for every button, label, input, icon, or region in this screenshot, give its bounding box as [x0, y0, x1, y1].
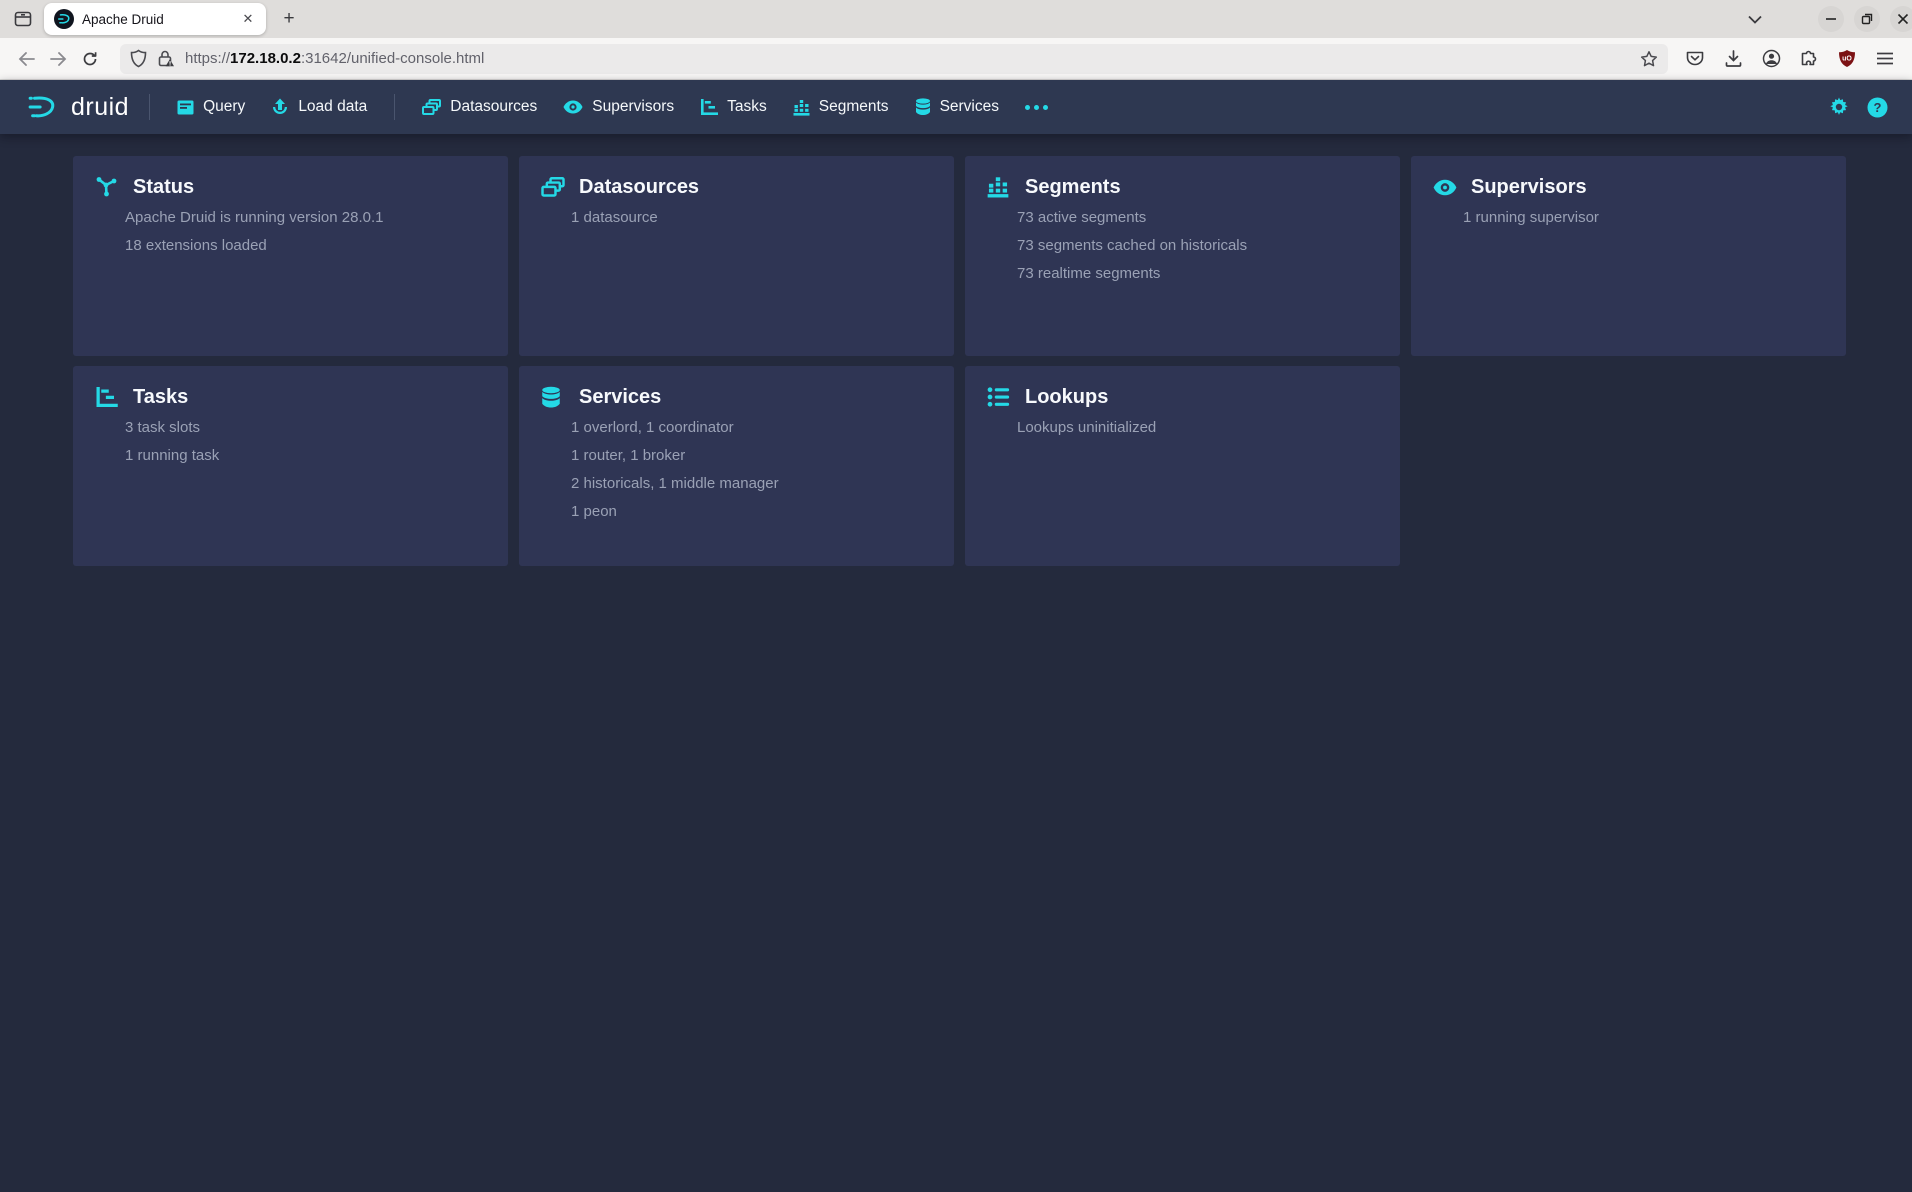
- gantt-chart-icon: [95, 387, 125, 407]
- druid-navbar: druid Query Load data Datasources Superv…: [0, 80, 1912, 134]
- services-card[interactable]: Services 1 overlord, 1 coordinator 1 rou…: [519, 366, 954, 566]
- eye-icon: [1433, 179, 1463, 196]
- nav-item-label: Tasks: [727, 98, 767, 116]
- card-line: 1 running task: [125, 446, 486, 466]
- firefox-view-icon[interactable]: [8, 5, 38, 33]
- nav-item-label: Load data: [298, 98, 367, 116]
- card-line: 2 historicals, 1 middle manager: [571, 474, 932, 494]
- ublock-icon[interactable]: uO: [1832, 44, 1862, 74]
- upload-icon: [271, 98, 289, 116]
- help-icon[interactable]: ?: [1858, 80, 1896, 134]
- url-host: 172.18.0.2: [230, 50, 301, 67]
- card-title: Lookups: [1025, 386, 1108, 409]
- back-icon[interactable]: [10, 44, 42, 74]
- forward-icon[interactable]: [42, 44, 74, 74]
- svg-text:?: ?: [1873, 100, 1881, 115]
- nav-item-tasks[interactable]: Tasks: [687, 80, 780, 134]
- eye-icon: [563, 100, 583, 114]
- url-protocol: https://: [185, 50, 230, 67]
- menu-icon[interactable]: [1870, 44, 1900, 74]
- nav-divider: [149, 94, 150, 120]
- card-line: 73 realtime segments: [1017, 264, 1378, 284]
- card-line: Lookups uninitialized: [1017, 418, 1378, 438]
- card-line: 1 running supervisor: [1463, 208, 1824, 228]
- card-title: Services: [579, 386, 661, 409]
- nav-item-label: Datasources: [450, 98, 537, 116]
- status-card[interactable]: Status Apache Druid is running version 2…: [73, 156, 508, 356]
- properties-icon: [987, 387, 1017, 407]
- extensions-icon[interactable]: [1794, 44, 1824, 74]
- card-title: Tasks: [133, 386, 188, 409]
- database-icon: [915, 98, 931, 116]
- card-line: 73 segments cached on historicals: [1017, 236, 1378, 256]
- nav-item-datasources[interactable]: Datasources: [409, 80, 550, 134]
- nav-item-label: Services: [940, 98, 999, 116]
- card-line: 18 extensions loaded: [125, 236, 486, 256]
- minimize-button[interactable]: [1818, 6, 1844, 32]
- card-line: 73 active segments: [1017, 208, 1378, 228]
- card-line: 1 router, 1 broker: [571, 446, 932, 466]
- nav-item-load-data[interactable]: Load data: [258, 80, 380, 134]
- browser-toolbar: https://172.18.0.2:31642/unified-console…: [0, 38, 1912, 80]
- url-text[interactable]: https://172.18.0.2:31642/unified-console…: [185, 50, 1640, 67]
- reload-icon[interactable]: [74, 44, 106, 74]
- more-dots-icon[interactable]: [1012, 80, 1061, 134]
- card-title: Segments: [1025, 176, 1121, 199]
- database-icon: [541, 386, 571, 409]
- browser-titlebar: Apache Druid ✕ +: [0, 0, 1912, 38]
- card-line: 1 overlord, 1 coordinator: [571, 418, 932, 438]
- card-line: Apache Druid is running version 28.0.1: [125, 208, 486, 228]
- gantt-chart-icon: [700, 99, 718, 115]
- nav-item-label: Supervisors: [592, 98, 674, 116]
- datasources-card[interactable]: Datasources 1 datasource: [519, 156, 954, 356]
- card-line: 1 datasource: [571, 208, 932, 228]
- card-title: Datasources: [579, 176, 699, 199]
- nav-item-query[interactable]: Query: [164, 80, 258, 134]
- download-icon[interactable]: [1718, 44, 1748, 74]
- nav-divider: [394, 94, 395, 120]
- url-bar[interactable]: https://172.18.0.2:31642/unified-console…: [120, 44, 1668, 74]
- lock-warning-icon[interactable]: [157, 49, 175, 68]
- new-tab-button[interactable]: +: [274, 5, 304, 33]
- card-grid: Status Apache Druid is running version 2…: [73, 156, 1846, 566]
- card-line: 3 task slots: [125, 418, 486, 438]
- restore-button[interactable]: [1854, 6, 1880, 32]
- tab-close-icon[interactable]: ✕: [238, 9, 258, 29]
- stacked-chart-icon: [987, 176, 1017, 198]
- supervisors-card[interactable]: Supervisors 1 running supervisor: [1411, 156, 1846, 356]
- stacked-chart-icon: [793, 99, 810, 116]
- svg-text:uO: uO: [1842, 56, 1852, 63]
- nav-item-label: Segments: [819, 98, 889, 116]
- account-icon[interactable]: [1756, 44, 1786, 74]
- graph-icon: [95, 176, 125, 198]
- druid-brand[interactable]: druid: [16, 92, 135, 122]
- card-title: Supervisors: [1471, 176, 1587, 199]
- shield-icon[interactable]: [130, 49, 147, 68]
- multi-select-icon: [541, 177, 571, 198]
- star-icon[interactable]: [1640, 50, 1658, 68]
- segments-card[interactable]: Segments 73 active segments 73 segments …: [965, 156, 1400, 356]
- pocket-icon[interactable]: [1680, 44, 1710, 74]
- brand-wordmark: druid: [71, 93, 129, 122]
- card-line: 1 peon: [571, 502, 932, 522]
- tasks-card[interactable]: Tasks 3 task slots 1 running task: [73, 366, 508, 566]
- nav-item-label: Query: [203, 98, 245, 116]
- url-path: :31642/unified-console.html: [301, 50, 484, 67]
- tab-title: Apache Druid: [82, 12, 238, 27]
- druid-logo-icon: [22, 92, 62, 122]
- nav-item-services[interactable]: Services: [902, 80, 1012, 134]
- multi-select-icon: [422, 99, 441, 116]
- tab-list-chevron-icon[interactable]: [1740, 5, 1770, 33]
- card-title: Status: [133, 176, 194, 199]
- close-button[interactable]: [1890, 6, 1912, 32]
- browser-tab[interactable]: Apache Druid ✕: [44, 3, 266, 35]
- nav-item-supervisors[interactable]: Supervisors: [550, 80, 687, 134]
- lookups-card[interactable]: Lookups Lookups uninitialized: [965, 366, 1400, 566]
- home-view: Status Apache Druid is running version 2…: [0, 134, 1912, 1192]
- application-icon: [177, 99, 194, 116]
- nav-item-segments[interactable]: Segments: [780, 80, 902, 134]
- gear-icon[interactable]: [1820, 80, 1858, 134]
- druid-favicon: [54, 9, 74, 29]
